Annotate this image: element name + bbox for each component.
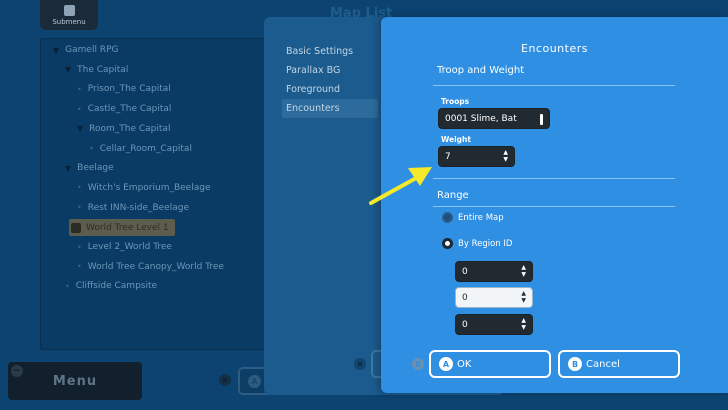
bullet-icon: •	[65, 281, 70, 291]
region-id-spin-icon-2[interactable]: ▲ ▼	[521, 290, 526, 304]
radio-by-region-id[interactable]: By Region ID	[442, 238, 512, 249]
map-tree-item[interactable]: • Witch's Emporium_Beelage	[77, 181, 210, 195]
encounters-dialog: Encounters Troop and Weight Troops 0001 …	[381, 17, 728, 393]
region-id-spin-icon-3[interactable]: ▲ ▼	[521, 317, 526, 331]
map-tree-item-label: Cliffside Campsite	[75, 281, 158, 292]
troops-open-icon	[540, 114, 543, 125]
map-tree-item[interactable]: • World Tree Canopy_World Tree	[77, 260, 224, 274]
troops-field[interactable]: 0001 Slime, Bat	[438, 108, 550, 129]
troop-weight-divider	[433, 85, 675, 86]
map-tree-item[interactable]: • Prison_The Capital	[77, 82, 171, 96]
ok-button[interactable]: A OK	[429, 350, 551, 378]
map-tree-item[interactable]: ▼ Room_The Capital	[77, 122, 170, 136]
map-tree-item-label: Cellar_Room_Capital	[99, 143, 192, 154]
map-tree-item-label: Prison_The Capital	[87, 84, 171, 95]
troop-weight-heading: Troop and Weight	[437, 65, 525, 76]
map-tree-item-label: Level 2_World Tree	[87, 242, 172, 252]
range-heading: Range	[437, 190, 469, 201]
map-tree-item-label: Castle_The Capital	[87, 104, 172, 115]
region-id-stepper-3[interactable]: 0 ▲ ▼	[455, 314, 533, 335]
map-tree-item-label: Rest INN-side_Beelage	[87, 202, 190, 213]
radio-entire-map[interactable]: Entire Map	[442, 212, 504, 223]
map-tree-item-label: Room_The Capital	[89, 123, 171, 134]
nav-parallax-bg[interactable]: Parallax BG	[282, 61, 378, 80]
a-key-icon: A	[439, 357, 453, 371]
ok-label: OK	[457, 358, 472, 370]
submenu-button[interactable]: Submenu	[40, 0, 98, 30]
radio-by-region-id-icon	[442, 238, 453, 249]
map-tree-item[interactable]: ▼ Beelage	[65, 161, 114, 175]
weight-value: 7	[445, 151, 451, 162]
region-id-spin-icon-1[interactable]: ▲ ▼	[521, 264, 526, 278]
region-id-value-1: 0	[462, 266, 468, 277]
expand-triangle-icon: ▼	[65, 163, 72, 173]
bg-close-icon: ✕	[219, 374, 231, 386]
map-tree-item[interactable]: ▼ Gamell RPG	[53, 43, 118, 57]
cancel-label: Cancel	[586, 358, 620, 370]
cancel-button[interactable]: B Cancel	[558, 350, 680, 378]
weight-spin-icon[interactable]: ▲ ▼	[503, 149, 508, 163]
region-id-value-2: 0	[462, 292, 468, 303]
map-tree-item-label: Witch's Emporium_Beelage	[87, 182, 211, 193]
radio-entire-map-icon	[442, 212, 453, 223]
region-id-value-3: 0	[462, 319, 468, 330]
map-tree-item[interactable]: • Cellar_Room_Capital	[89, 142, 192, 156]
nav-foreground[interactable]: Foreground	[282, 80, 378, 99]
radio-entire-map-label: Entire Map	[458, 212, 504, 223]
map-tree-item[interactable]: • Rest INN-side_Beelage	[77, 201, 189, 215]
menu-label: Menu	[52, 373, 98, 389]
bullet-icon: •	[77, 104, 82, 114]
bullet-icon: •	[77, 203, 82, 213]
menu-key-icon: −	[11, 365, 23, 377]
radio-by-region-id-label: By Region ID	[458, 238, 513, 249]
region-id-stepper-1[interactable]: 0 ▲ ▼	[455, 261, 533, 282]
submenu-key-icon	[63, 5, 75, 16]
settings-nav: Basic Settings Parallax BG Foreground En…	[282, 42, 378, 118]
map-tree-item-label: Gamell RPG	[65, 45, 119, 55]
map-tree-item-label: World Tree Canopy_World Tree	[87, 261, 224, 272]
range-top-divider	[433, 178, 675, 179]
range-divider	[433, 206, 675, 207]
nav-basic-settings[interactable]: Basic Settings	[282, 42, 378, 61]
map-tree-item-label: World Tree Level 1	[86, 222, 169, 233]
map-tree-item[interactable]: • Level 2_World Tree	[77, 240, 172, 254]
map-tree-item[interactable]: • Cliffside Campsite	[65, 279, 157, 293]
expand-triangle-icon: ▼	[65, 65, 72, 75]
menu-button[interactable]: − Menu	[8, 362, 142, 400]
expand-triangle-icon: ▼	[53, 45, 60, 55]
submenu-label: Submenu	[52, 18, 86, 26]
bg-a-key-icon: A	[248, 375, 261, 388]
expand-triangle-icon: ▼	[77, 124, 84, 134]
b-key-icon: B	[568, 357, 582, 371]
map-icon	[71, 222, 81, 233]
troops-label: Troops	[441, 97, 470, 106]
map-tree-item[interactable]: ▼ The Capital	[65, 63, 128, 77]
bullet-icon: •	[77, 84, 82, 94]
region-id-stepper-2[interactable]: 0 ▲ ▼	[455, 287, 533, 308]
map-tree-item[interactable]: • Castle_The Capital	[77, 102, 171, 116]
nav-encounters[interactable]: Encounters	[282, 99, 378, 118]
weight-label: Weight	[441, 135, 471, 144]
map-tree-item-label: Beelage	[77, 163, 114, 174]
bullet-icon: •	[77, 183, 82, 193]
troops-value: 0001 Slime, Bat	[445, 113, 517, 124]
close-icon[interactable]: X	[412, 358, 424, 370]
settings-close-icon: ✕	[354, 358, 366, 370]
map-tree-item-label: The Capital	[77, 64, 129, 75]
weight-stepper[interactable]: 7 ▲ ▼	[438, 146, 515, 167]
bullet-icon: •	[89, 144, 94, 153]
bullet-icon: •	[77, 242, 82, 252]
encounters-title: Encounters	[521, 42, 588, 55]
bullet-icon: •	[77, 262, 82, 272]
map-tree-item[interactable]: World Tree Level 1	[69, 219, 175, 237]
